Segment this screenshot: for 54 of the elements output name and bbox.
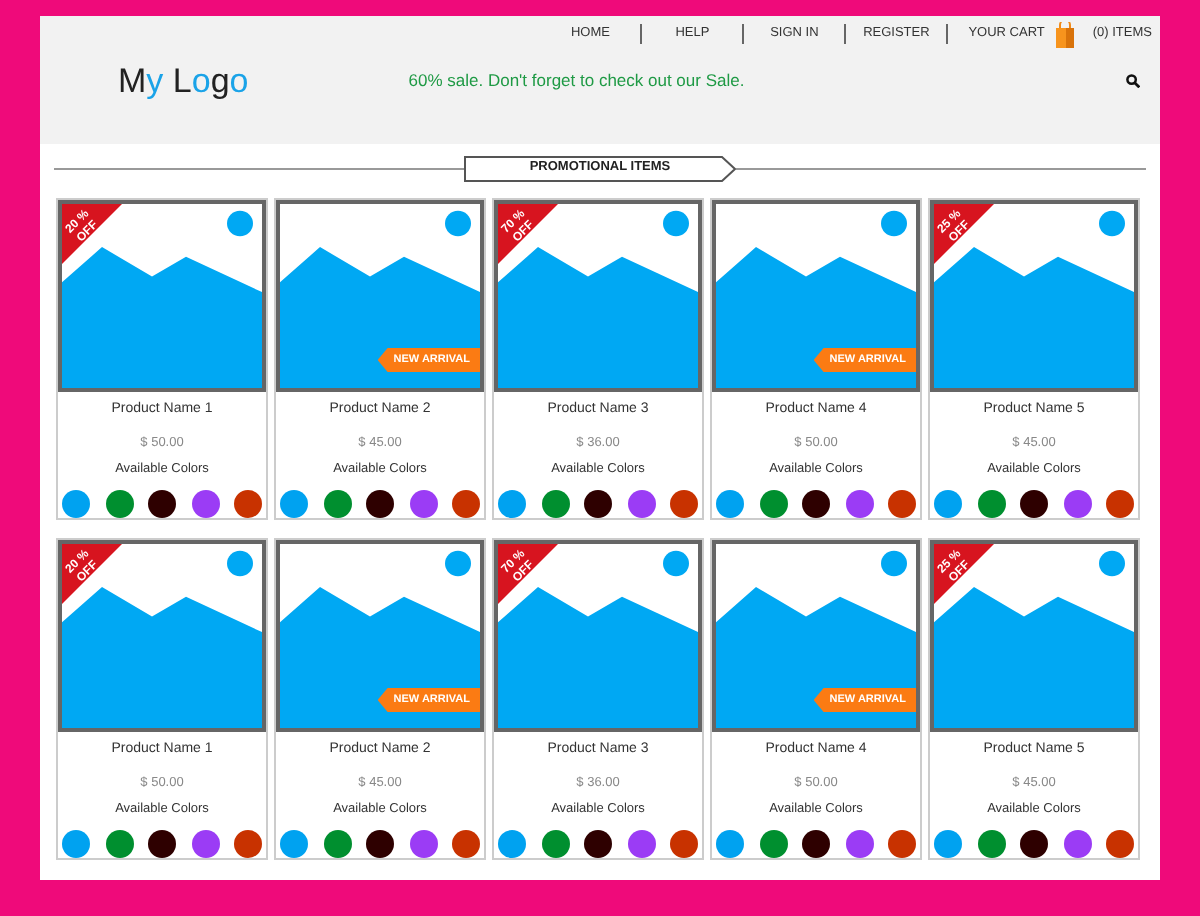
color-swatch[interactable] [191,490,219,518]
color-swatch[interactable] [191,830,219,858]
color-swatch[interactable] [759,830,787,858]
color-swatch[interactable] [1106,830,1134,858]
color-swatch[interactable] [888,490,916,518]
color-swatch[interactable] [366,830,394,858]
color-swatch[interactable] [323,830,351,858]
color-swatch[interactable] [148,490,176,518]
color-swatch[interactable] [716,490,744,518]
color-swatch[interactable] [452,830,480,858]
sale-announcement: 60% sale. Don't forget to check out our Sale. [408,67,745,93]
color-swatch[interactable] [1020,830,1048,858]
color-swatch[interactable] [845,830,873,858]
color-swatch[interactable] [366,490,394,518]
color-swatch[interactable] [105,830,133,858]
shopping-bag-icon[interactable] [1056,21,1075,47]
color-swatch[interactable] [670,830,698,858]
search-icon[interactable] [1126,73,1140,87]
color-swatch[interactable] [409,490,437,518]
color-swatch[interactable] [1020,490,1048,518]
logo[interactable]: My Logo [118,63,249,97]
color-swatch[interactable] [584,830,612,858]
color-swatch[interactable] [627,830,655,858]
color-swatch[interactable] [148,830,176,858]
color-swatch[interactable] [845,490,873,518]
color-swatch[interactable] [409,830,437,858]
color-swatch[interactable] [280,830,308,858]
color-swatch[interactable] [323,490,351,518]
color-swatch[interactable] [498,490,526,518]
color-swatch[interactable] [670,490,698,518]
color-swatch[interactable] [234,830,262,858]
color-swatch[interactable] [716,830,744,858]
color-swatch[interactable] [888,830,916,858]
color-swatch[interactable] [541,490,569,518]
color-swatch[interactable] [1063,490,1091,518]
color-swatch[interactable] [1106,490,1134,518]
color-swatch[interactable] [802,830,830,858]
color-swatch[interactable] [280,490,308,518]
color-swatch[interactable] [977,830,1005,858]
color-swatch[interactable] [934,490,962,518]
color-swatch[interactable] [627,490,655,518]
color-swatch[interactable] [452,490,480,518]
color-swatch[interactable] [759,490,787,518]
color-swatch[interactable] [105,490,133,518]
color-swatch[interactable] [62,830,90,858]
color-swatch[interactable] [1063,830,1091,858]
color-swatch[interactable] [584,490,612,518]
color-swatch[interactable] [541,830,569,858]
color-swatch[interactable] [62,490,90,518]
color-swatch[interactable] [234,490,262,518]
color-swatch[interactable] [802,490,830,518]
color-swatch[interactable] [934,830,962,858]
color-swatch[interactable] [498,830,526,858]
color-swatch[interactable] [977,490,1005,518]
